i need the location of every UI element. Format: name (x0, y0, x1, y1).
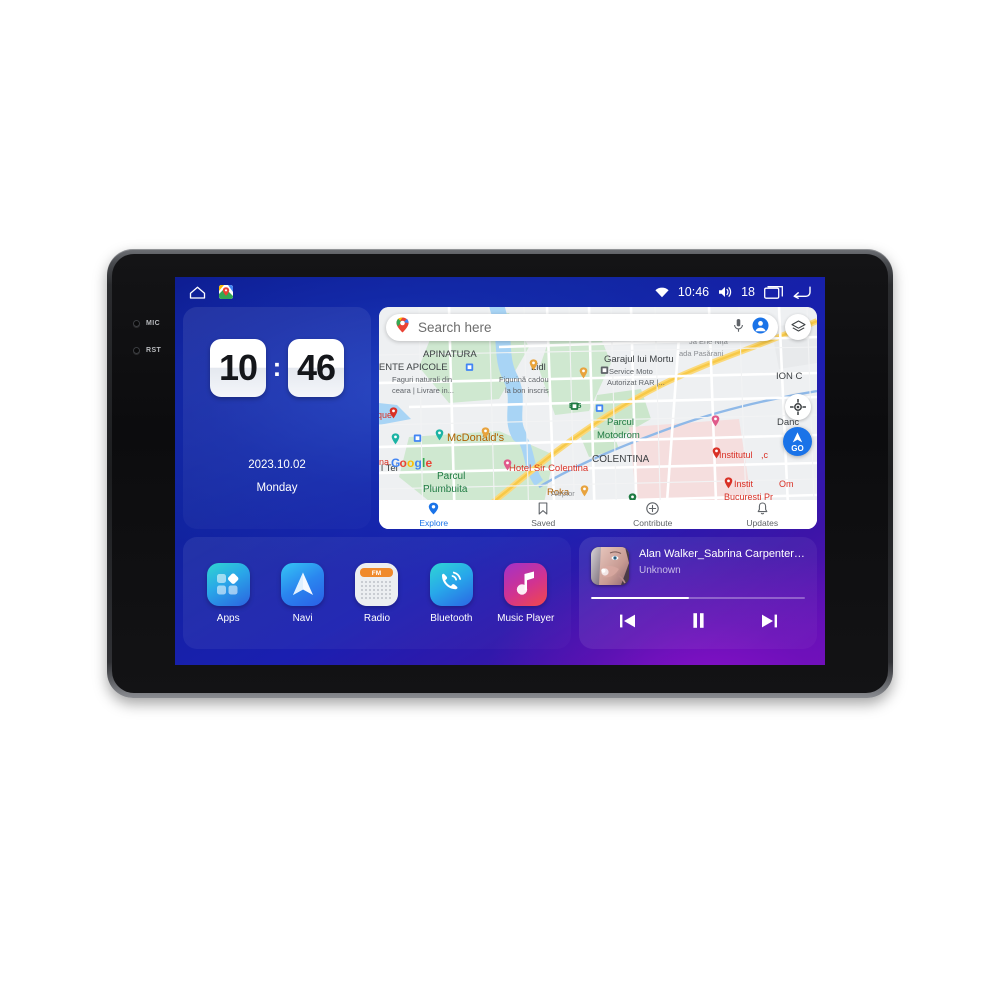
status-time: 10:46 (677, 285, 710, 299)
app-item-apps[interactable]: Apps (194, 562, 262, 624)
music-progress-bar[interactable] (591, 597, 805, 599)
map-search-bar[interactable]: Search here (386, 314, 778, 341)
apps-grid-icon (206, 562, 250, 606)
map-go-button[interactable]: GO (783, 427, 812, 456)
music-controls (591, 612, 805, 629)
map-poi-pin-marker[interactable] (712, 447, 721, 459)
map-tab-explore[interactable]: Explore (379, 502, 489, 528)
map-poi-pin-marker[interactable] (579, 367, 588, 379)
navigation-arrow-icon (792, 431, 803, 442)
map-poi-pin-marker[interactable] (580, 485, 589, 497)
album-art (591, 547, 629, 585)
google-maps-pin-icon (395, 317, 410, 338)
clock-hours: 10 (210, 339, 266, 397)
volume-level: 18 (741, 285, 755, 299)
map-widget[interactable]: APINATURAMENTE APICOLEFaguri naturali di… (379, 307, 817, 529)
map-tab-contribute[interactable]: Contribute (598, 501, 708, 528)
map-poi-pin-marker[interactable] (481, 427, 490, 439)
recents-icon[interactable] (764, 285, 783, 299)
app-item-navi[interactable]: Navi (269, 562, 337, 624)
account-avatar-icon[interactable] (752, 317, 769, 339)
map-poi-square-marker[interactable] (570, 401, 579, 413)
music-metadata: Alan Walker_Sabrina Carpenter_F... Unkno… (639, 547, 805, 576)
plus-circle-icon (646, 501, 659, 517)
map-tab-contribute-label: Contribute (633, 517, 673, 528)
head-unit-screen: 10:46 18 10: 46 2023.10.02 Monday APINA… (175, 277, 825, 665)
map-poi-square-marker[interactable] (413, 433, 422, 445)
status-bar: 10:46 18 (175, 277, 825, 307)
mic-hole-icon (133, 320, 140, 327)
radio-icon: FM (355, 562, 399, 606)
clock-widget[interactable]: 10 : 46 2023.10.02 Monday (183, 307, 371, 529)
my-location-button[interactable] (785, 394, 811, 420)
back-icon[interactable] (792, 286, 811, 299)
map-poi-square-marker[interactable] (600, 365, 609, 377)
volume-icon[interactable] (718, 286, 732, 298)
map-poi-pin-marker[interactable] (389, 407, 398, 419)
map-poi-pin-marker[interactable] (503, 459, 512, 471)
map-go-label: GO (791, 443, 804, 453)
map-tab-saved[interactable]: Saved (489, 501, 599, 528)
map-tab-saved-label: Saved (531, 517, 556, 528)
app-item-music-player[interactable]: Music Player (492, 562, 560, 624)
map-bottom-tabs: Explore Saved Contribute Updates (379, 500, 817, 529)
map-poi-pin-marker[interactable] (711, 415, 720, 427)
google-maps-icon[interactable] (219, 285, 233, 299)
reset-label: RST (146, 347, 162, 354)
app-label-radio: Radio (363, 612, 391, 624)
map-tab-updates[interactable]: Updates (708, 501, 818, 528)
map-poi-pin-marker[interactable] (529, 359, 538, 371)
apps-dock: Apps Navi FM Radio Bluetooth Music Playe… (183, 537, 571, 649)
bell-icon (757, 501, 768, 517)
status-bar-right: 10:46 18 (655, 285, 811, 299)
home-widgets-area: 10 : 46 2023.10.02 Monday APINATURA ENTE… (183, 307, 817, 657)
home-icon[interactable] (189, 286, 206, 299)
map-poi-pin-marker[interactable] (391, 433, 400, 445)
app-item-bluetooth[interactable]: Bluetooth (417, 562, 485, 624)
music-info-row: Alan Walker_Sabrina Carpenter_F... Unkno… (591, 547, 805, 585)
app-label-bluetooth: Bluetooth (430, 612, 473, 624)
bookmark-icon (538, 501, 548, 517)
location-pin-icon (428, 502, 439, 517)
navigation-arrow-icon (281, 562, 325, 606)
clock-minutes: 46 (288, 339, 344, 397)
app-label-apps: Apps (216, 612, 240, 624)
map-poi-square-marker[interactable] (465, 362, 474, 374)
clock-date: 2023.10.02 (248, 459, 306, 471)
music-note-icon (504, 562, 548, 606)
play-pause-button[interactable] (691, 612, 706, 629)
music-track-title: Alan Walker_Sabrina Carpenter_F... (639, 548, 805, 560)
bezel-mic-control[interactable]: MIC (133, 320, 160, 327)
app-item-radio[interactable]: FM Radio (343, 562, 411, 624)
app-label-navi: Navi (292, 612, 313, 624)
svg-text:FM: FM (372, 569, 381, 576)
mic-label: MIC (146, 320, 161, 327)
music-artist: Unknown (639, 565, 681, 576)
reset-hole-icon (133, 347, 140, 354)
map-poi-pin-marker[interactable] (435, 429, 444, 441)
wifi-icon (655, 287, 669, 298)
map-tab-updates-label: Updates (746, 517, 779, 528)
previous-track-button[interactable] (619, 613, 636, 629)
flip-clock: 10 : 46 (183, 339, 371, 397)
music-progress-fill (591, 597, 690, 599)
app-label-music-player: Music Player (497, 612, 555, 624)
next-track-button[interactable] (761, 613, 778, 629)
clock-weekday: Monday (256, 482, 298, 494)
microphone-icon[interactable] (733, 318, 744, 338)
map-poi-pin-marker[interactable] (724, 477, 733, 489)
map-layers-button[interactable] (785, 314, 811, 340)
map-search-placeholder: Search here (418, 320, 492, 335)
bluetooth-phone-icon (429, 562, 473, 606)
bezel-reset-control[interactable]: RST (133, 347, 161, 354)
clock-separator: : (272, 352, 282, 382)
status-bar-left (189, 285, 233, 299)
map-poi-square-marker[interactable] (595, 403, 604, 415)
map-tab-explore-label: Explore (419, 517, 449, 528)
music-player-widget[interactable]: Alan Walker_Sabrina Carpenter_F... Unkno… (579, 537, 817, 649)
